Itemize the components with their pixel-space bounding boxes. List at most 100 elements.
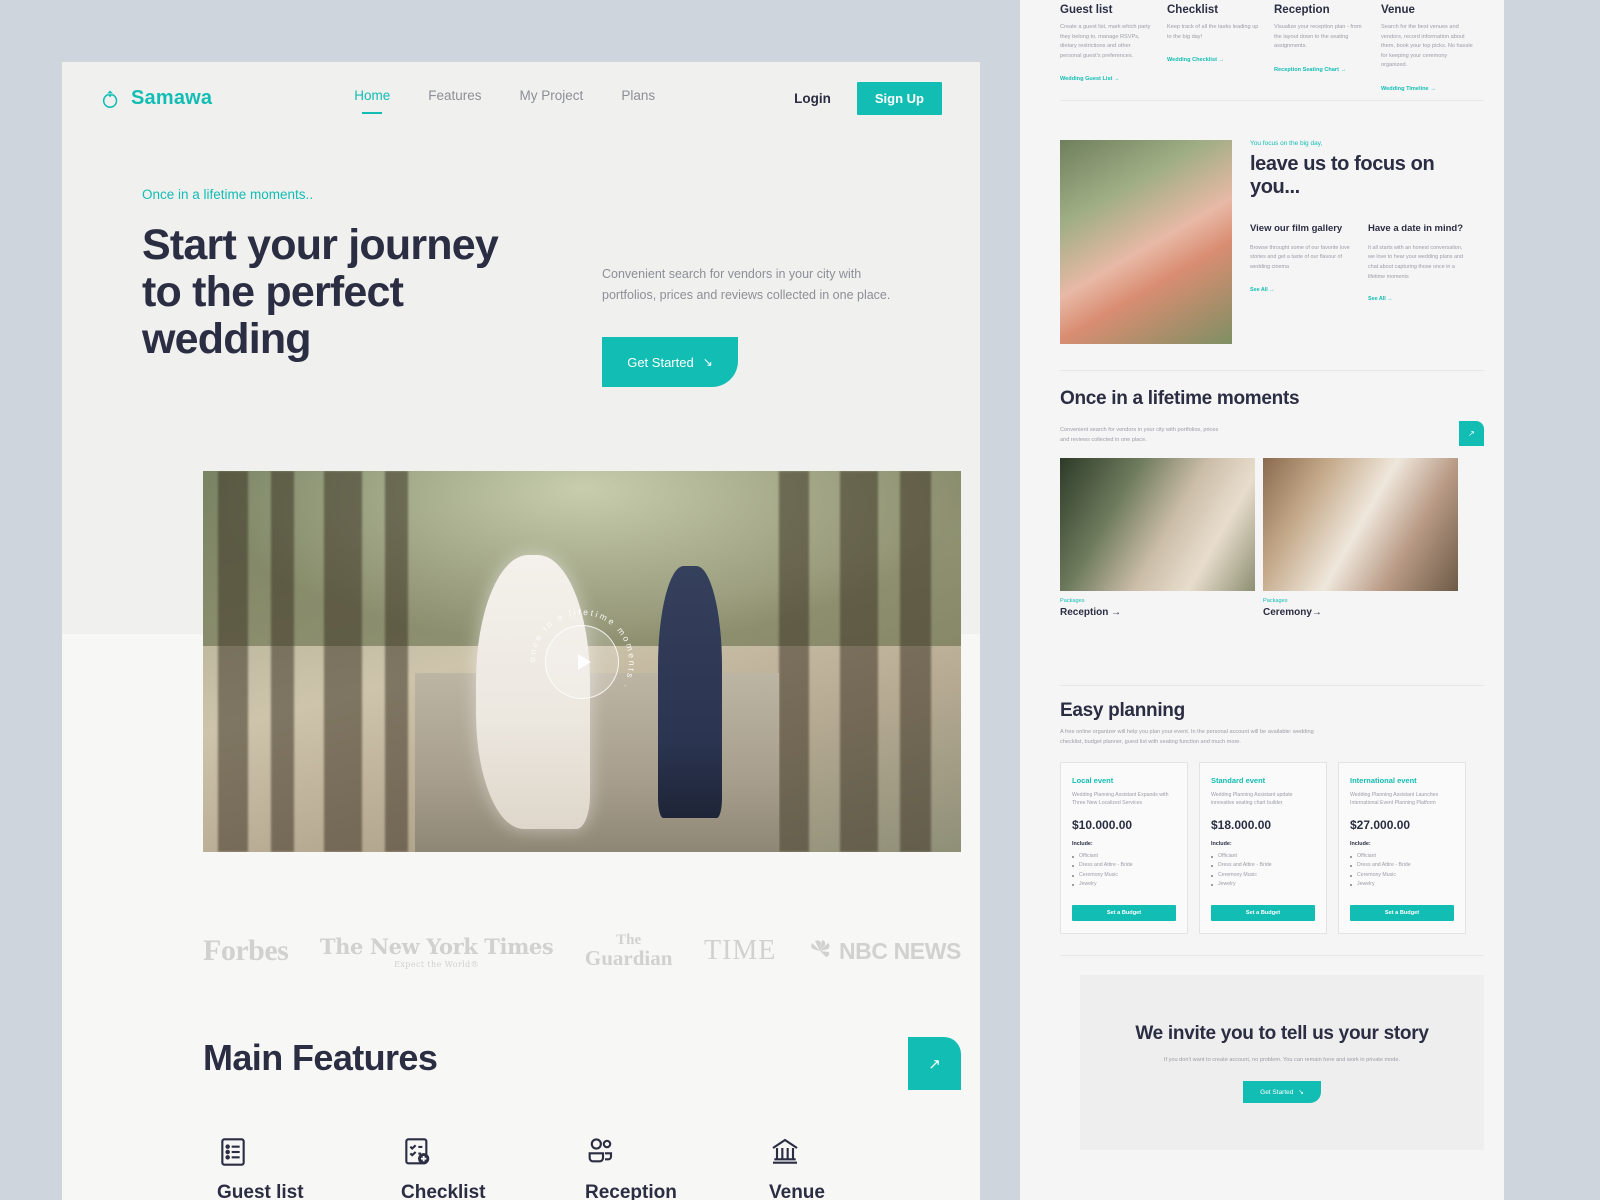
mini-feature-link[interactable]: Wedding Guest List →	[1060, 76, 1120, 82]
mini-feature-guest-list[interactable]: Guest list Create a guest list, mark whi…	[1060, 4, 1167, 95]
final-get-started-button[interactable]: Get Started ↘	[1243, 1081, 1321, 1104]
leave-us-content: You focus on the big day, leave us to fo…	[1250, 140, 1484, 344]
once-description: Convenient search for vendors in your ci…	[1060, 427, 1219, 444]
feature-card-checklist[interactable]: Checklist Keep track of all the tasks le…	[401, 1136, 585, 1200]
plan-price: $27.000.00	[1350, 817, 1411, 832]
hero-eyebrow: Once in a lifetime moments..	[142, 187, 314, 202]
hero-section: Once in a lifetime moments.. Start your …	[142, 187, 952, 388]
landing-page-preview-large: Samawa Home Features My Project Plans Lo…	[62, 62, 980, 1200]
nyt-tagline: Expect the World®	[394, 959, 480, 969]
main-features-grid: Guest list Create a guest list, mark whi…	[217, 1136, 977, 1200]
set-a-budget-button[interactable]: Set a Budget	[1350, 905, 1454, 922]
design-mockup-canvas: Samawa Home Features My Project Plans Lo…	[0, 0, 1600, 1200]
final-cta-section: We invite you to tell us your story If y…	[1080, 975, 1484, 1150]
gallery-eyebrow: Packages	[1060, 597, 1085, 604]
plan-include-label: Include:	[1072, 840, 1093, 847]
checklist-add-icon	[405, 1138, 430, 1165]
press-logo-nbcnews: NBC NEWS	[808, 938, 961, 965]
pricing-card-local-event[interactable]: Local event Wedding Planning Assistant E…	[1060, 761, 1188, 935]
get-started-button[interactable]: Get Started ↘	[602, 337, 738, 388]
brand-name: Samawa	[131, 86, 213, 109]
plan-items: Officiant Dress and Attire - Bride Cerem…	[1350, 852, 1454, 891]
leave-column-film-gallery: View our film gallery Browse throught so…	[1250, 223, 1350, 305]
mini-feature-description: Visualize your reception plan - from the…	[1274, 24, 1362, 50]
plan-item: Dress and Attire - Bride	[1072, 861, 1176, 871]
plan-subtitle: Wedding Planning Assistant Launches Inte…	[1350, 791, 1439, 807]
main-features-title: Main Features	[203, 1037, 438, 1078]
pricing-card-international-event[interactable]: International event Wedding Planning Ass…	[1338, 761, 1466, 935]
ring-diamond-icon	[102, 90, 118, 108]
leave-column-description: It all starts with an honest conversatio…	[1368, 244, 1463, 280]
final-cta-description: If you don't want to create account, no …	[1163, 1057, 1401, 1064]
plan-item: Jewelry	[1350, 880, 1454, 890]
leave-eyebrow: You focus on the big day,	[1250, 140, 1323, 147]
brand-logo[interactable]: Samawa	[100, 87, 212, 110]
nav-links: Home Features My Project Plans	[354, 88, 655, 108]
mini-feature-description: Create a guest list, mark which party th…	[1060, 24, 1151, 59]
nav-link-features[interactable]: Features	[428, 88, 481, 108]
plan-subtitle: Wedding Planning Assistant Expands with …	[1072, 791, 1169, 807]
mini-feature-link[interactable]: Wedding Checklist →	[1167, 57, 1224, 63]
video-play-control[interactable]: once in a lifetime moments ·	[527, 607, 635, 699]
pricing-plans: Local event Wedding Planning Assistant E…	[1060, 761, 1484, 935]
feature-card-reception[interactable]: Reception Visualize your reception plan …	[585, 1136, 769, 1200]
press-logos: Forbes The New York Times Expect the Wor…	[203, 918, 961, 984]
feature-card-venue[interactable]: Venue Search for the best venues and ven…	[769, 1136, 953, 1200]
nav-link-my-project[interactable]: My Project	[520, 88, 584, 108]
plan-item: Dress and Attire - Bride	[1350, 861, 1454, 871]
mini-feature-checklist[interactable]: Checklist Keep track of all the tasks le…	[1167, 4, 1274, 95]
gallery-card-reception[interactable]: Packages Reception →	[1060, 457, 1255, 618]
main-features-arrow-button[interactable]: ↗	[908, 1037, 961, 1090]
login-button[interactable]: Login	[794, 91, 831, 106]
get-started-label: Get Started	[627, 354, 694, 370]
final-cta-label: Get Started	[1260, 1088, 1294, 1096]
signup-button[interactable]: Sign Up	[856, 81, 942, 115]
set-a-budget-button[interactable]: Set a Budget	[1072, 905, 1176, 922]
feature-name: Guest list	[217, 1182, 304, 1200]
plan-name: Local event	[1072, 775, 1114, 785]
plan-items: Officiant Dress and Attire - Bride Cerem…	[1211, 852, 1315, 891]
plan-item: Officiant	[1350, 852, 1454, 862]
feature-name: Checklist	[401, 1182, 486, 1200]
mini-feature-link[interactable]: Reception Seating Chart →	[1274, 67, 1346, 73]
mini-feature-description: Search for the best venues and vendors, …	[1381, 24, 1473, 69]
leave-column-have-a-date: Have a date in mind? It all starts with …	[1368, 223, 1468, 305]
plan-item: Jewelry	[1211, 880, 1315, 890]
gallery-eyebrow: Packages	[1263, 597, 1288, 604]
mini-feature-reception[interactable]: Reception Visualize your reception plan …	[1274, 4, 1381, 95]
mini-feature-link[interactable]: Wedding Timeline →	[1381, 86, 1436, 92]
mini-feature-description: Keep track of all the tasks leading up t…	[1167, 24, 1259, 40]
plan-items: Officiant Dress and Attire - Bride Cerem…	[1072, 852, 1176, 891]
top-navigation-bar: Samawa Home Features My Project Plans Lo…	[62, 62, 980, 134]
gallery-name: Reception →	[1060, 606, 1122, 618]
press-logo-nytimes: The New York Times Expect the World®	[319, 933, 554, 969]
easy-planning-description: A free online organizer will help you pl…	[1060, 729, 1314, 745]
feature-card-guest-list[interactable]: Guest list Create a guest list, mark whi…	[217, 1136, 401, 1200]
see-all-link[interactable]: See All →	[1368, 296, 1393, 302]
leave-us-section: You focus on the big day, leave us to fo…	[1060, 140, 1484, 344]
list-icon	[221, 1138, 245, 1166]
section-divider	[1060, 100, 1484, 101]
once-arrow-button[interactable]: ↗	[1459, 420, 1484, 446]
nav-link-home[interactable]: Home	[354, 88, 390, 108]
guardian-bottom: Guardian	[584, 946, 673, 970]
gallery-image-ceremony	[1263, 457, 1458, 591]
feature-name: Reception	[585, 1182, 677, 1200]
leave-column-title: Have a date in mind?	[1368, 223, 1464, 235]
pricing-card-standard-event[interactable]: Standard event Wedding Planning Assistan…	[1199, 761, 1327, 935]
mini-feature-venue[interactable]: Venue Search for the best venues and ven…	[1381, 4, 1488, 95]
see-all-link[interactable]: See All →	[1250, 287, 1275, 293]
nyt-name: The New York Times	[319, 933, 554, 959]
bank-icon	[772, 1138, 798, 1164]
play-button[interactable]	[545, 624, 619, 699]
gallery-name: Ceremony→	[1263, 606, 1322, 618]
nav-link-plans[interactable]: Plans	[621, 88, 655, 108]
easy-planning-title: Easy planning	[1060, 700, 1185, 721]
set-a-budget-button[interactable]: Set a Budget	[1211, 905, 1315, 922]
feature-name: Venue	[769, 1182, 825, 1200]
arrow-down-right-icon: ↘	[702, 355, 713, 370]
plan-name: Standard event	[1211, 775, 1266, 785]
gallery-card-ceremony[interactable]: Packages Ceremony→	[1263, 457, 1458, 618]
plan-include-label: Include:	[1211, 840, 1232, 847]
press-logo-time: TIME	[703, 935, 777, 966]
